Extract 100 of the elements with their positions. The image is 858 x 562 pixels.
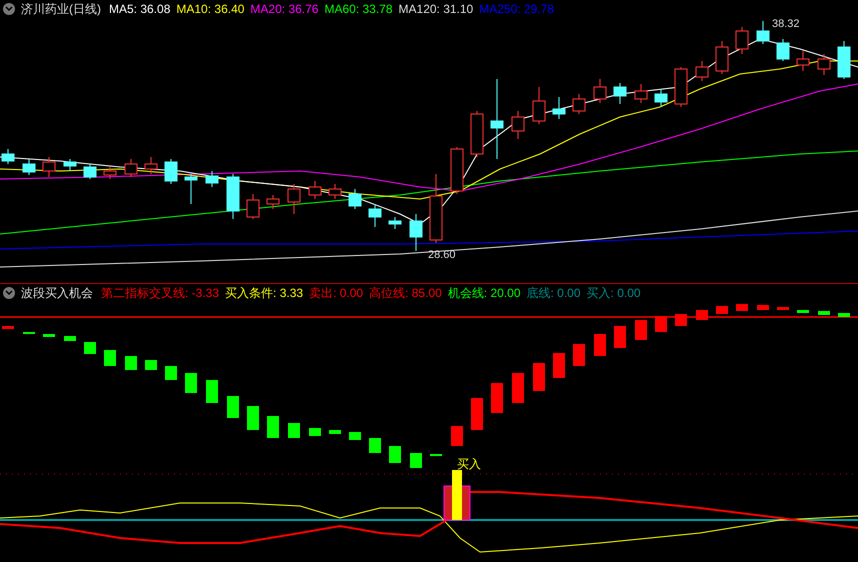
indicator-bar [736, 304, 748, 311]
candlestick [206, 170, 218, 188]
indicator-bar [635, 320, 647, 340]
indicator-bar [614, 326, 626, 348]
candlestick [84, 164, 96, 180]
indicator-value: 机会线: 20.00 [448, 284, 520, 302]
candlestick [246, 194, 260, 220]
indicator-value: MA5: 36.08 [109, 0, 170, 18]
candlestick [308, 180, 322, 200]
candlestick [572, 94, 586, 114]
candlestick [776, 38, 790, 62]
indicator-value: 高位线: 85.00 [369, 284, 442, 302]
indicator-bar [309, 428, 321, 436]
chart-title: 波段买入机会 [21, 284, 93, 302]
indicator-bar [329, 430, 341, 434]
indicator-bar [125, 356, 137, 370]
candlestick [696, 60, 708, 82]
candlestick [184, 174, 198, 204]
candlestick [552, 96, 566, 120]
candlestick [410, 214, 422, 252]
indicator-value: MA10: 36.40 [176, 0, 244, 18]
indicator-bar [594, 334, 606, 356]
indicator-bar [512, 373, 524, 403]
collapse-icon[interactable] [3, 2, 15, 14]
indicator-value: 第二指标交叉线: -3.33 [101, 284, 220, 302]
indicator-bar [389, 446, 401, 463]
indicator-value: MA60: 33.78 [324, 0, 393, 18]
indicator-bar [818, 311, 830, 315]
candlestick [756, 20, 770, 44]
candlestick [430, 174, 442, 244]
collapse-icon[interactable] [3, 286, 15, 298]
high-price-label: 38.32 [772, 17, 800, 32]
candlestick [368, 204, 382, 228]
candlestick [532, 86, 546, 124]
candlestick [450, 146, 464, 194]
chart-title: 济川药业(日线) [21, 0, 101, 18]
candlestick [104, 166, 116, 180]
indicator-bar [369, 438, 381, 453]
indicator-value: MA120: 31.10 [398, 0, 474, 18]
candlestick [266, 194, 280, 210]
indicator-bar [23, 332, 35, 334]
candlestick [164, 158, 178, 184]
indicator-bar [471, 398, 483, 430]
indicator-bar [430, 454, 442, 456]
candlestick [512, 110, 524, 140]
buy-signal-label: 买入 [457, 456, 481, 473]
candlestick [674, 66, 688, 108]
indicator-bar [553, 353, 565, 378]
candlestick [654, 88, 668, 108]
indicator-value: 底线: 0.00 [526, 284, 581, 302]
indicator-value: 买入条件: 3.33 [225, 284, 304, 302]
candlestick [594, 78, 606, 104]
candlestick [144, 156, 158, 174]
indicator-bar [491, 383, 503, 413]
indicator-bar [349, 432, 361, 440]
indicator-value: MA20: 36.76 [250, 0, 318, 18]
indicator-bar [206, 380, 218, 403]
indicator-bar [533, 363, 545, 391]
candlestick [818, 54, 830, 76]
indicator-value: MA250: 29.78 [479, 0, 554, 18]
candlestick [796, 50, 810, 72]
candlestick [614, 82, 626, 104]
candlestick [470, 110, 484, 158]
indicator-bar [573, 344, 585, 366]
indicator-bar [185, 373, 197, 393]
candlestick [226, 174, 240, 220]
indicator-bar [165, 366, 177, 380]
indicator-bar [716, 306, 728, 314]
indicator-bar [64, 336, 76, 341]
indicator-bar [227, 396, 239, 418]
candlestick [838, 40, 850, 80]
indicator-bar [267, 416, 279, 438]
indicator-bar [43, 334, 55, 337]
buy-signal-bar [444, 470, 470, 520]
candlestick [42, 156, 56, 178]
indicator-bar [104, 350, 116, 366]
candlestick [288, 184, 300, 214]
indicator-bar [757, 305, 769, 310]
indicator-value: 买入: 0.00 [586, 284, 641, 302]
indicator-bar [2, 326, 14, 329]
candlestick [388, 216, 402, 230]
candlestick [64, 158, 76, 172]
indicator-bar [451, 426, 463, 446]
indicator-value: 卖出: 0.00 [309, 284, 364, 302]
candlestick [736, 26, 748, 54]
candlestick [348, 188, 362, 210]
indicator-bar [145, 360, 157, 370]
indicator-bar [797, 310, 809, 313]
candlestick [22, 158, 36, 176]
candlestick [2, 148, 14, 164]
indicator-bar [777, 307, 789, 310]
indicator-bar [288, 423, 300, 438]
indicator-bar [247, 406, 259, 430]
candlestick [124, 158, 138, 178]
indicator-bar [838, 313, 850, 317]
indicator-bar [410, 453, 422, 468]
candlestick [634, 84, 648, 104]
candlestick [328, 184, 342, 200]
indicator-bar [84, 342, 96, 354]
candlestick [716, 40, 728, 74]
